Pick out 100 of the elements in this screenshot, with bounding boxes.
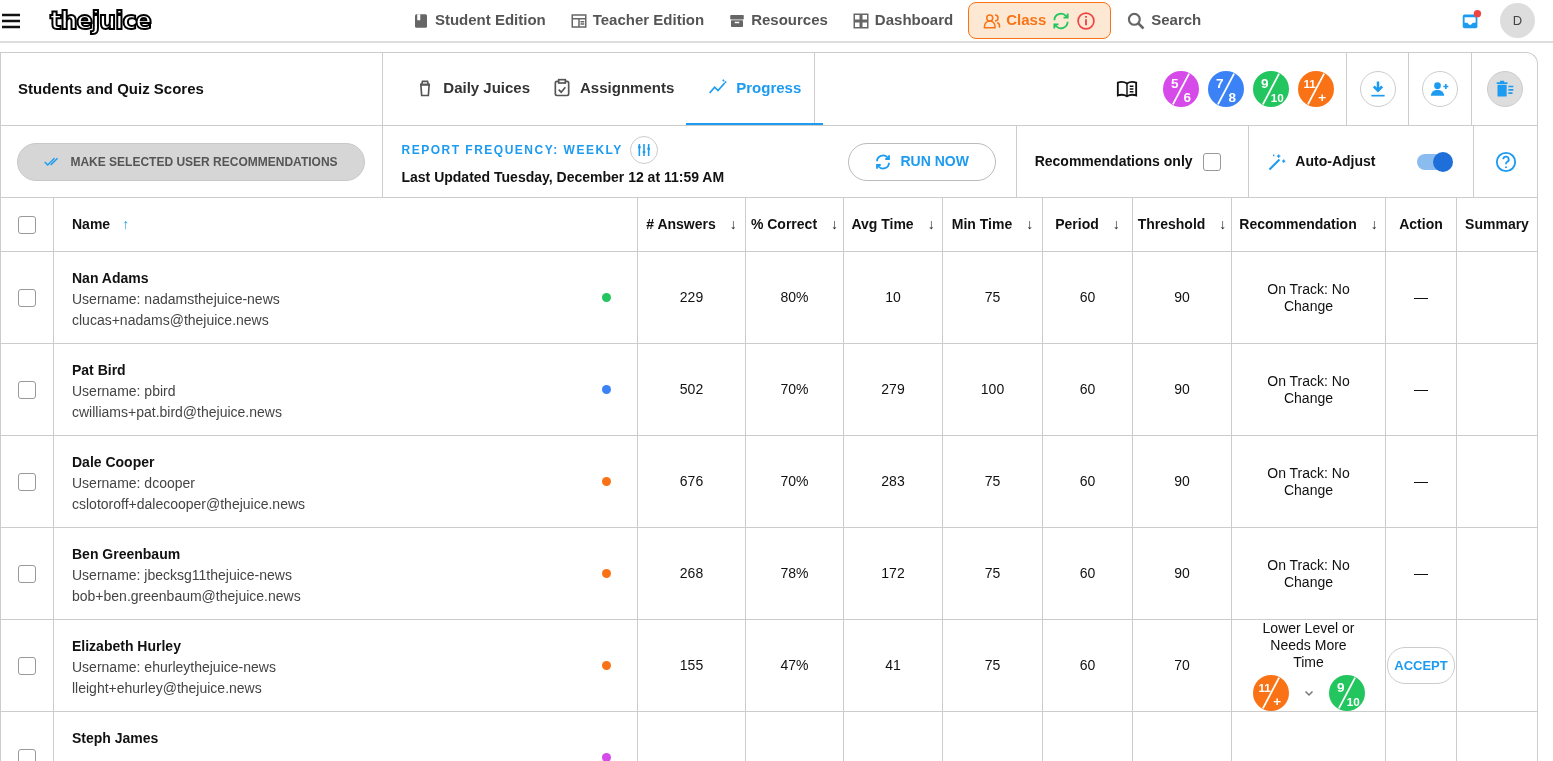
table-cell-text: 78% <box>780 564 809 583</box>
email: lleight+ehurley@thejuice.news <box>72 679 263 698</box>
username: Username: pbird <box>72 382 177 401</box>
download-button[interactable] <box>1359 71 1396 107</box>
table-cell-text: 229 <box>679 288 704 307</box>
search-button[interactable]: Search <box>1117 2 1211 39</box>
table-cell-text: 47% <box>780 656 809 675</box>
checkbox[interactable] <box>1202 152 1221 171</box>
recommendation-text: On Track: No Change <box>1266 556 1351 591</box>
sort-arrow[interactable]: ↓ <box>1219 214 1227 235</box>
student-name: Ben Greenbaum <box>72 545 182 564</box>
sort-arrow[interactable]: ↓ <box>1026 214 1034 235</box>
sort-arrow[interactable]: ↓ <box>729 214 737 235</box>
tab[interactable]: Assignments <box>542 53 685 125</box>
refresh-icon <box>874 152 893 171</box>
student-name: Elizabeth Hurley <box>72 637 182 656</box>
table-cell-text: 676 <box>679 472 704 491</box>
table-cell-text: 155 <box>679 656 704 675</box>
table-cell-text: 70% <box>780 472 809 491</box>
checkbox-label: Recommendations only <box>1034 152 1193 171</box>
table-cell-text: 70 <box>1174 656 1190 675</box>
column-header[interactable]: Threshold <box>1137 214 1206 235</box>
nav-item[interactable]: Resources <box>719 2 837 39</box>
open-book-icon[interactable] <box>1116 78 1139 100</box>
table-cell-text: 502 <box>679 380 704 399</box>
table-cell-text: 75 <box>984 656 1001 675</box>
nav-item[interactable]: Teacher Edition <box>560 2 714 39</box>
column-header[interactable]: Period <box>1055 214 1099 235</box>
dash: — <box>1414 472 1428 491</box>
table-cell-text: 80% <box>780 288 809 307</box>
column-header[interactable]: % Correct <box>750 214 818 235</box>
student-name: Nan Adams <box>72 269 150 288</box>
username: Username: nadamsthejuice-news <box>72 290 280 309</box>
info-icon <box>1076 10 1097 31</box>
table-cell-text: 283 <box>881 472 905 491</box>
column-header[interactable]: Min Time <box>951 214 1013 235</box>
avatar[interactable]: D <box>1500 3 1535 38</box>
search-icon <box>1126 10 1147 31</box>
dash: — <box>1414 564 1428 583</box>
nav-item[interactable]: Dashboard <box>842 2 963 39</box>
level-badge[interactable]: 5 6 <box>1163 71 1200 107</box>
column-header[interactable]: Action <box>1399 214 1443 235</box>
toggle-switch[interactable] <box>1417 153 1452 170</box>
row-checkbox[interactable] <box>18 472 36 491</box>
column-header[interactable]: Name <box>72 214 111 235</box>
table-cell-text: 60 <box>1079 380 1096 399</box>
row-checkbox[interactable] <box>18 656 36 675</box>
toggle-label: Auto-Adjust <box>1295 152 1377 171</box>
email: cwilliams+pat.bird@thejuice.news <box>72 403 282 422</box>
row-checkbox[interactable] <box>18 288 36 307</box>
column-header[interactable]: # Answers <box>646 214 716 235</box>
table-cell-text: 60 <box>1079 564 1096 583</box>
table-cell-text: 75 <box>984 564 1001 583</box>
make-recommendations-button[interactable]: MAKE SELECTED USER RECOMMENDATIONS <box>17 142 365 181</box>
row-checkbox[interactable] <box>18 748 36 761</box>
frequency-settings-button[interactable] <box>629 135 658 164</box>
table-cell-text: 279 <box>881 380 905 399</box>
table-cell-text: 268 <box>679 564 704 583</box>
row-checkbox[interactable] <box>18 380 36 399</box>
clipboard-icon <box>552 78 573 98</box>
table-cell-text: 60 <box>1079 288 1096 307</box>
sort-arrow[interactable]: ↓ <box>1112 214 1120 235</box>
logo[interactable]: thejuice <box>50 8 151 33</box>
username: Username: jbecksg11thejuice-news <box>72 566 293 585</box>
select-all-checkbox[interactable] <box>18 215 36 234</box>
level-badge[interactable]: 7 8 <box>1208 71 1245 107</box>
column-header[interactable]: Recommendation <box>1239 214 1357 235</box>
delete-button[interactable] <box>1486 71 1523 107</box>
username: Username: ehurleythejuice-news <box>72 658 276 677</box>
help-button[interactable] <box>1494 150 1517 173</box>
sort-arrow[interactable]: ↓ <box>927 214 935 235</box>
panel-title: Students and Quiz Scores <box>18 78 204 99</box>
username: Username: dcooper <box>72 474 196 493</box>
recommendation-text: On Track: No Change <box>1266 372 1351 407</box>
email: cslotoroff+dalecooper@thejuice.news <box>72 495 306 514</box>
table-cell-text: 70% <box>780 380 809 399</box>
dash: — <box>1414 380 1428 399</box>
row-checkbox[interactable] <box>18 564 36 583</box>
table-cell-text: 10 <box>885 288 901 307</box>
last-updated: Last Updated Tuesday, December 12 at 11:59 AM <box>401 167 725 187</box>
sort-arrow[interactable]: ↓ <box>831 214 839 235</box>
add-user-button[interactable] <box>1422 71 1459 107</box>
newspaper-icon <box>569 11 588 30</box>
recommendation-text: On Track: No Change <box>1266 280 1351 315</box>
report-frequency: REPORT FREQUENCY: WEEKLY <box>401 141 623 159</box>
column-header[interactable]: Summary <box>1465 214 1529 235</box>
tab[interactable]: Daily Juices <box>405 53 541 125</box>
trash-icon <box>1494 79 1515 99</box>
recommendation-text: Lower Level or Needs More Time <box>1261 620 1356 671</box>
column-header[interactable]: Avg Time <box>851 214 914 235</box>
student-name: Steph James <box>72 729 159 748</box>
table-cell-text: 60 <box>1079 472 1096 491</box>
nav-item[interactable]: Student Edition <box>402 2 555 39</box>
table-cell-text: 75 <box>984 472 1001 491</box>
student-name: Pat Bird <box>72 361 127 380</box>
table-cell-text: 172 <box>881 564 905 583</box>
refresh-icon <box>1051 10 1072 31</box>
people-icon <box>983 11 1002 30</box>
sort-arrow[interactable]: ↓ <box>1370 214 1378 235</box>
dash: — <box>1414 288 1428 307</box>
